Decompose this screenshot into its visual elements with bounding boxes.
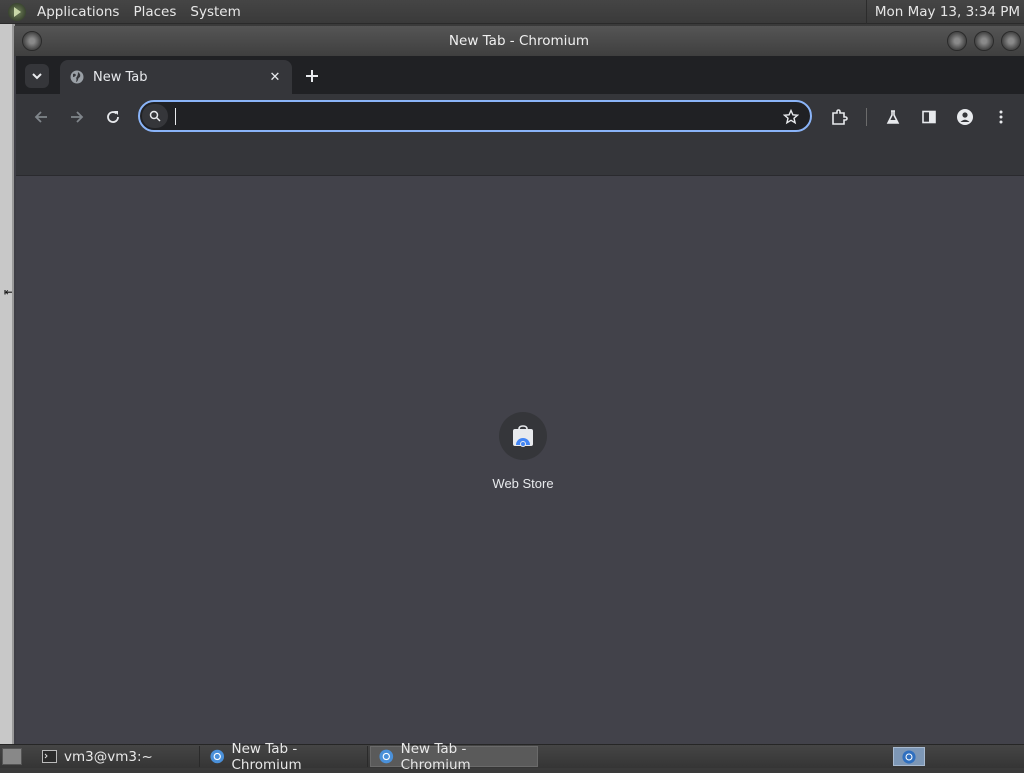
chromium-icon [210,749,225,764]
new-tab-button[interactable] [300,64,324,88]
window-menu-button[interactable] [22,31,42,51]
plus-icon [306,70,318,82]
reload-icon [107,111,119,123]
maximize-button[interactable] [974,31,994,51]
bookmark-star-button[interactable] [780,106,802,128]
text-caret [175,108,176,125]
bookmarks-bar [16,140,1024,176]
clock[interactable]: Mon May 13, 3:34 PM [865,0,1020,24]
tab-title: New Tab [93,69,148,85]
menu-applications[interactable]: Applications [30,0,126,24]
top-panel: Applications Places System Mon May 13, 3… [0,0,1024,24]
chromium-icon [902,749,916,764]
account-icon [957,109,973,125]
forward-button[interactable] [65,105,89,129]
close-tab-icon[interactable]: ✕ [266,68,284,86]
chevron-down-icon [32,73,42,80]
profile-button[interactable] [953,105,977,129]
back-button[interactable] [29,105,53,129]
star-icon [783,109,799,125]
tab-strip: New Tab ✕ [16,56,1024,94]
webstore-icon [513,425,533,447]
show-desktop-icon[interactable] [2,748,22,765]
browser-window: New Tab - Chromium New Tab ✕ Web Store [14,26,1024,744]
taskbar-item-terminal[interactable]: vm3@vm3:~ [34,746,200,767]
omnibox[interactable] [138,100,812,132]
side-panel-button[interactable] [917,105,941,129]
tab-search-button[interactable] [25,64,49,88]
toolbar-separator [866,108,867,126]
tab-new-tab[interactable]: New Tab ✕ [60,60,292,94]
window-titlebar[interactable]: New Tab - Chromium [14,26,1024,56]
taskbar-item-chromium-1[interactable]: New Tab - Chromium [202,741,368,773]
labs-button[interactable] [881,105,905,129]
search-icon [142,104,168,128]
shortcut-tile[interactable] [499,412,547,460]
browser-toolbar [16,94,1024,140]
menu-places[interactable]: Places [126,0,183,24]
terminal-icon [42,750,57,763]
chromium-icon [379,749,394,764]
arrow-left-icon [34,111,47,123]
address-input[interactable] [174,105,774,127]
taskbar-item-label: vm3@vm3:~ [64,748,153,765]
kebab-menu-icon [999,110,1003,124]
extensions-button[interactable] [827,105,851,129]
taskbar-item-chromium-2[interactable]: New Tab - Chromium [370,741,538,773]
close-window-button[interactable] [1001,31,1021,51]
taskbar: vm3@vm3:~ New Tab - Chromium New Tab - C… [0,741,1024,773]
new-tab-page: Web Store [16,176,1024,744]
shortcut-web-store[interactable]: Web Store [478,412,568,502]
puzzle-icon [832,109,848,125]
menu-button[interactable] [989,105,1013,129]
window-title: New Tab - Chromium [448,33,590,49]
flask-icon [886,110,900,124]
distro-logo-icon[interactable] [8,2,26,21]
shortcut-label: Web Store [492,476,554,491]
globe-icon [70,70,84,84]
workspace-switcher[interactable] [893,747,925,766]
reload-button[interactable] [101,105,125,129]
menu-system[interactable]: System [183,0,247,24]
side-panel-icon [922,110,936,124]
arrow-right-icon [71,111,84,123]
minimize-button[interactable] [947,31,967,51]
